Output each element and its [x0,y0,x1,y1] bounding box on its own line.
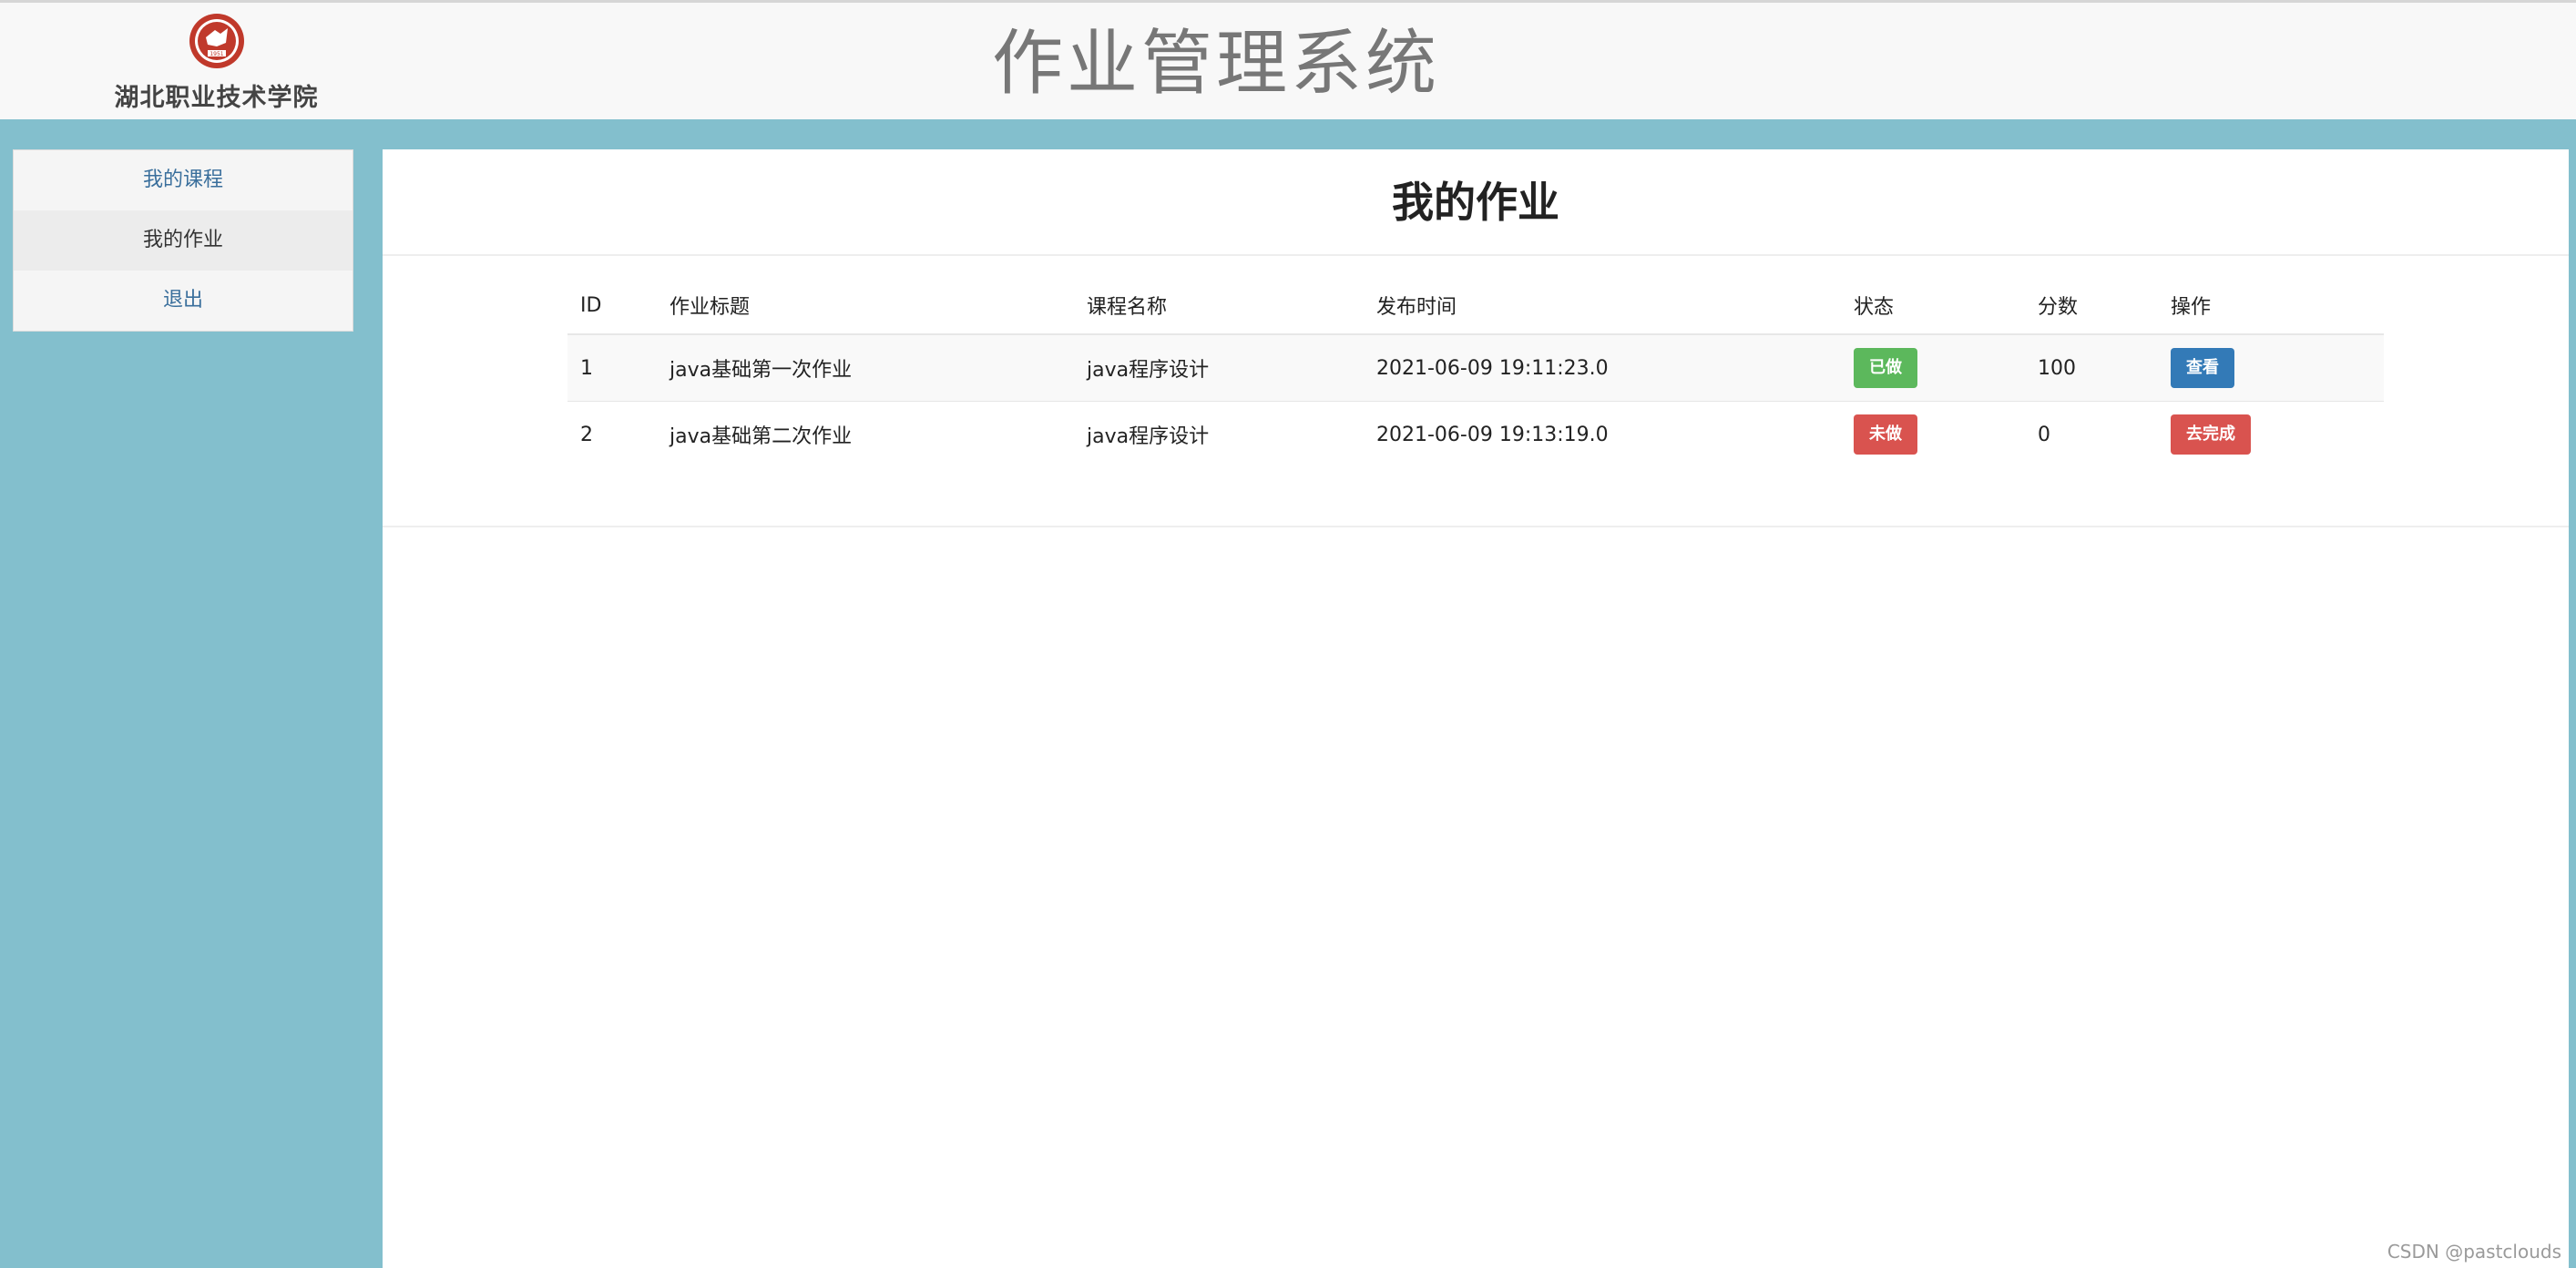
table-row: 2 java基础第二次作业 java程序设计 2021-06-09 19:13:… [567,401,2384,467]
row-action-cell: 查看 [2158,333,2384,402]
row-course: java程序设计 [1074,401,1364,467]
column-header-action: 操作 [2158,277,2384,335]
sidebar-nav: 我的课程 我的作业 退出 [13,149,353,332]
row-score: 100 [2025,333,2158,402]
homework-table: ID 作业标题 课程名称 发布时间 状态 分数 操作 1 java基础第一次作业… [567,277,2384,467]
row-id: 1 [567,333,657,402]
sidebar-item-my-courses[interactable]: 我的课程 [14,150,353,210]
page-title: 我的作业 [383,149,2569,256]
row-time: 2021-06-09 19:11:23.0 [1364,333,1841,402]
column-header-course: 课程名称 [1074,277,1364,335]
homework-panel: 我的作业 ID 作业标题 课程名称 发布时间 状态 分数 操作 1 java基础… [383,149,2569,1268]
row-course: java程序设计 [1074,333,1364,402]
panel-divider [383,526,2569,527]
row-status-cell: 未做 [1841,401,2025,467]
row-time: 2021-06-09 19:13:19.0 [1364,401,1841,467]
column-header-time: 发布时间 [1364,277,1841,335]
row-status-cell: 已做 [1841,333,2025,402]
row-id: 2 [567,401,657,467]
table-header-row: ID 作业标题 课程名称 发布时间 状态 分数 操作 [567,277,2384,335]
column-header-id: ID [567,277,657,335]
sidebar-item-logout[interactable]: 退出 [14,271,353,331]
complete-button[interactable]: 去完成 [2171,414,2251,455]
row-title: java基础第一次作业 [657,333,1074,402]
row-action-cell: 去完成 [2158,401,2384,467]
watermark: CSDN @pastclouds [2387,1241,2561,1263]
column-header-score: 分数 [2025,277,2158,335]
status-badge: 已做 [1854,348,1917,388]
row-title: java基础第二次作业 [657,401,1074,467]
top-header: 1951 湖北职业技术学院 作业管理系统 [0,0,2576,119]
column-header-status: 状态 [1841,277,2025,335]
column-header-title: 作业标题 [657,277,1074,335]
status-badge: 未做 [1854,414,1917,455]
sidebar-item-my-homework[interactable]: 我的作业 [14,210,353,271]
row-score: 0 [2025,401,2158,467]
app-title: 作业管理系统 [991,23,1440,105]
table-row: 1 java基础第一次作业 java程序设计 2021-06-09 19:11:… [567,333,2384,402]
view-button[interactable]: 查看 [2171,348,2234,388]
